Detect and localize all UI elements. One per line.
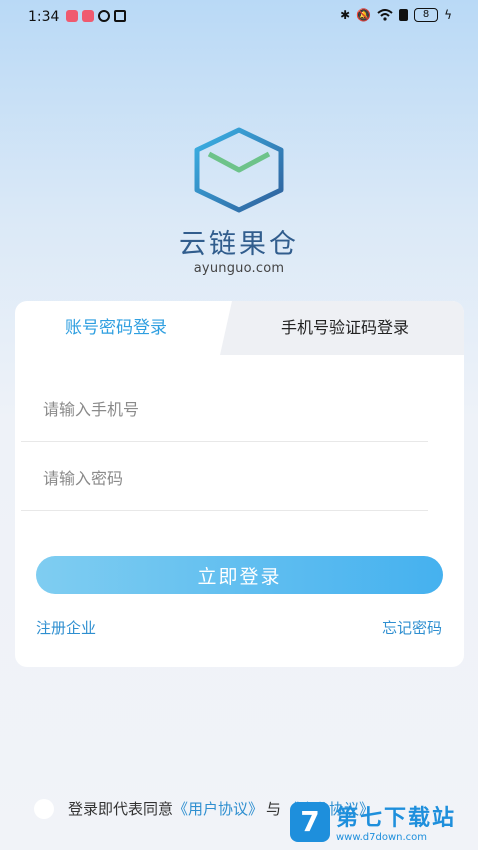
notification-icons bbox=[66, 10, 126, 22]
agreement-and: 与 bbox=[266, 800, 282, 818]
app-notification-icon bbox=[82, 10, 94, 22]
agreement-text: 登录即代表同意 bbox=[68, 800, 174, 818]
speed-icon bbox=[98, 10, 110, 22]
sim-icon bbox=[399, 9, 409, 21]
wifi-icon bbox=[377, 9, 393, 21]
tab-sms-login[interactable]: 手机号验证码登录 bbox=[281, 301, 409, 355]
brand-domain: ayunguo.com bbox=[193, 261, 285, 276]
charging-icon: ϟ bbox=[444, 8, 452, 22]
watermark-text: 第七下载站 www.d7down.com bbox=[336, 800, 456, 843]
forgot-password-link[interactable]: 忘记密码 bbox=[382, 617, 442, 638]
phone-field bbox=[21, 375, 428, 443]
mute-icon: 🔕 bbox=[356, 8, 372, 22]
bluetooth-icon: ✱ bbox=[340, 8, 351, 22]
tab-password-login[interactable]: 账号密码登录 bbox=[65, 301, 167, 355]
watermark-name: 第七下载站 bbox=[336, 806, 457, 831]
login-tabs: 账号密码登录 手机号验证码登录 bbox=[15, 301, 464, 355]
brand-header: 云链果仓 ayunguo.com bbox=[0, 126, 478, 276]
battery-icon: 8 bbox=[414, 8, 439, 22]
brand-name: 云链果仓 bbox=[179, 229, 299, 260]
watermark-logo: 7 bbox=[290, 801, 330, 842]
user-agreement-link[interactable]: 《用户协议》 bbox=[173, 798, 263, 819]
password-field bbox=[21, 444, 428, 512]
nfc-icon bbox=[114, 10, 126, 22]
watermark-url: www.d7down.com bbox=[336, 832, 428, 843]
phone-input[interactable] bbox=[41, 375, 425, 443]
login-button[interactable]: 立即登录 bbox=[36, 556, 443, 594]
password-input[interactable] bbox=[41, 444, 425, 512]
app-logo-icon bbox=[194, 127, 284, 213]
watermark: 7 第七下载站 www.d7down.com bbox=[290, 800, 456, 843]
agreement-checkbox[interactable] bbox=[34, 798, 54, 819]
app-notification-icon bbox=[66, 10, 78, 22]
register-link[interactable]: 注册企业 bbox=[36, 617, 96, 638]
status-time: 1:34 bbox=[28, 9, 60, 25]
status-bar: 1:34 ✱ 🔕 8 ϟ bbox=[0, 0, 478, 34]
status-right-icons: ✱ 🔕 8 ϟ bbox=[340, 8, 452, 22]
